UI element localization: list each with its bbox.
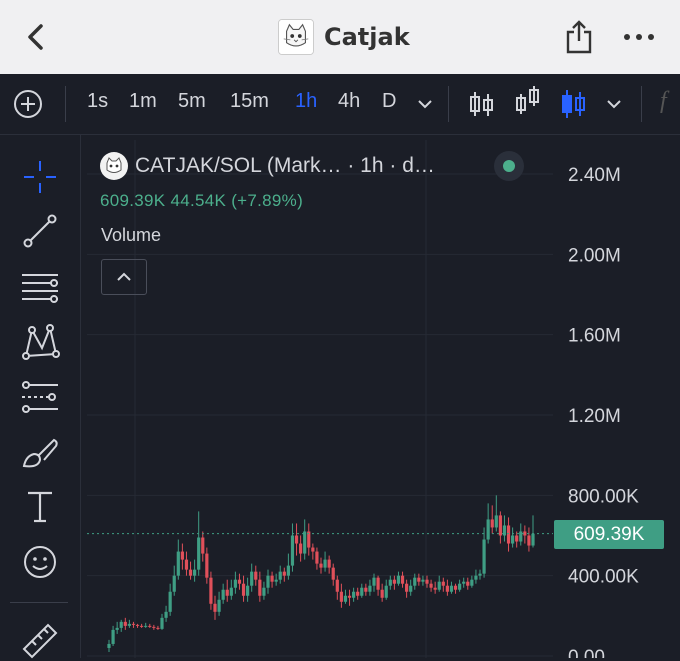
top-bar: Catjak [0, 0, 680, 74]
add-indicator-icon[interactable] [13, 89, 43, 119]
hollow-candles-icon[interactable] [514, 84, 542, 120]
more-options-icon[interactable] [622, 28, 656, 46]
prediction-icon[interactable] [18, 375, 62, 419]
change-percent: (+7.89%) [231, 191, 304, 210]
y-tick-label: 800.00K [568, 486, 639, 507]
indicators-function-icon[interactable]: f [660, 88, 667, 115]
back-chevron-icon[interactable] [22, 22, 52, 52]
chart-toolbar: 1s 1m 5m 15m 1h 4h D f [0, 74, 680, 135]
emoji-icon[interactable] [18, 540, 62, 584]
token-title: Catjak [278, 18, 410, 56]
text-icon[interactable] [18, 485, 62, 529]
interval-1m[interactable]: 1m [129, 90, 157, 113]
bars-chart-type-icon[interactable] [468, 86, 496, 122]
indicator-label: Volume [101, 225, 162, 245]
catjak-coin-icon [100, 152, 128, 180]
fib-retracement-icon[interactable] [18, 265, 62, 309]
market-status-indicator [494, 151, 524, 181]
volume-value: 609.39K [100, 191, 166, 210]
chart-legend: CATJAK/SOL (Mark… · 1h · d… 609.39K 44.5… [100, 150, 560, 310]
y-tick-label: 1.20M [568, 406, 621, 427]
interval-15m[interactable]: 15m [230, 90, 269, 113]
y-tick-label: 1.60M [568, 326, 621, 347]
ruler-icon[interactable] [18, 617, 62, 661]
toolbar-divider [448, 86, 449, 122]
toolbar-divider [65, 86, 66, 122]
catjak-logo-icon [278, 19, 314, 55]
interval-1s[interactable]: 1s [87, 90, 108, 113]
toolbar-divider [10, 602, 68, 603]
y-tick-label: 0.00 [568, 647, 605, 658]
interval-5m[interactable]: 5m [178, 90, 206, 113]
interval-4h[interactable]: 4h [338, 90, 360, 113]
chevron-up-icon [117, 272, 131, 281]
y-tick-label: 400.00K [568, 567, 639, 588]
interval-1h[interactable]: 1h [295, 90, 317, 113]
toolbar-divider [641, 86, 642, 122]
symbol-label[interactable]: CATJAK/SOL (Mark… · 1h · d… [135, 154, 435, 178]
brush-icon[interactable] [18, 430, 62, 474]
legend-values: 609.39K 44.54K (+7.89%) [100, 191, 303, 211]
page-title: Catjak [324, 23, 410, 51]
pattern-icon[interactable] [18, 320, 62, 364]
drawing-toolbar [0, 135, 81, 661]
last-value-label: 609.39K [554, 520, 664, 549]
interval-d[interactable]: D [382, 90, 396, 113]
crosshair-icon[interactable] [18, 155, 62, 199]
interval-dropdown-icon[interactable] [417, 98, 433, 110]
chart-type-dropdown-icon[interactable] [606, 98, 622, 110]
candles-chart-type-icon[interactable] [560, 86, 588, 122]
change-value: 44.54K [170, 191, 227, 210]
collapse-legend-button[interactable] [101, 259, 147, 295]
trend-line-icon[interactable] [18, 209, 62, 253]
share-icon[interactable] [564, 20, 594, 54]
y-tick-label: 2.00M [568, 245, 621, 266]
y-tick-label: 2.40M [568, 165, 621, 186]
